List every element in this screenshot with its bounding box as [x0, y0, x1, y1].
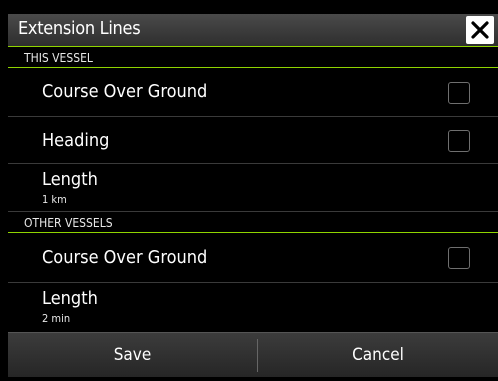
row-this-vessel-course-over-ground[interactable]: Course Over Ground	[8, 69, 498, 117]
row-label: Course Over Ground	[42, 81, 208, 102]
heading-checkbox[interactable]	[448, 130, 470, 152]
other-course-over-ground-checkbox[interactable]	[448, 247, 470, 269]
screen-bezel-top	[0, 0, 498, 14]
extension-lines-dialog: Extension Lines THIS VESSEL Course Over …	[0, 0, 498, 381]
row-other-vessels-length[interactable]: Length 2 min	[8, 284, 498, 332]
row-this-vessel-length[interactable]: Length 1 km	[8, 165, 498, 212]
course-over-ground-checkbox[interactable]	[448, 82, 470, 104]
row-label: Length	[42, 169, 98, 190]
close-icon	[471, 21, 489, 39]
cancel-button[interactable]: Cancel	[258, 333, 498, 378]
row-label: Course Over Ground	[42, 247, 208, 268]
row-this-vessel-heading[interactable]: Heading	[8, 118, 498, 164]
row-value: 1 km	[42, 193, 67, 206]
save-button[interactable]: Save	[8, 333, 257, 378]
dialog-title: Extension Lines	[18, 18, 141, 39]
dialog-titlebar: Extension Lines	[8, 14, 498, 47]
section-header-this-vessel: THIS VESSEL	[8, 48, 498, 68]
dialog-footer: Save Cancel	[8, 332, 498, 377]
screen-bezel-left	[0, 0, 8, 381]
row-other-vessels-course-over-ground[interactable]: Course Over Ground	[8, 234, 498, 283]
row-label: Length	[42, 288, 98, 309]
close-button[interactable]	[466, 16, 494, 44]
row-label: Heading	[42, 130, 110, 151]
section-header-other-vessels: OTHER VESSELS	[8, 213, 498, 233]
row-value: 2 min	[42, 312, 71, 325]
